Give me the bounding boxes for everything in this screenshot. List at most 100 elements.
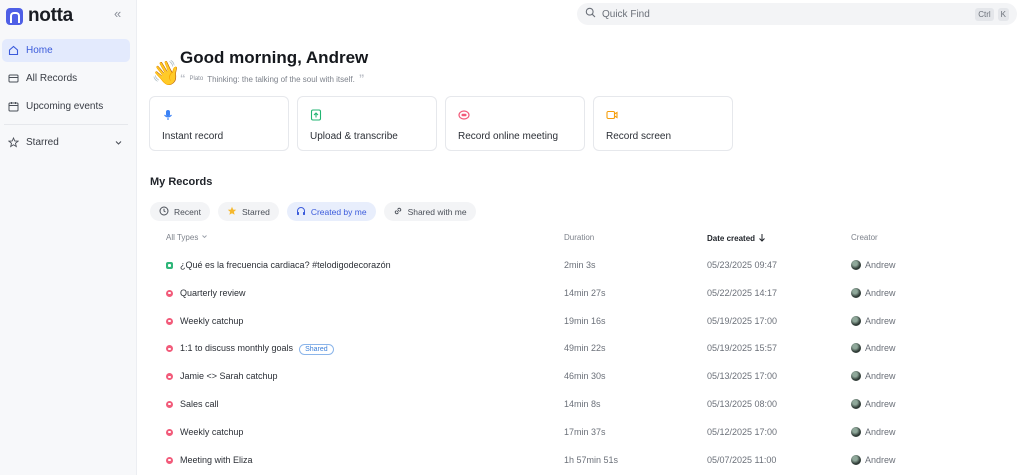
avatar <box>851 260 861 270</box>
avatar <box>851 426 861 437</box>
logo[interactable]: notta <box>6 5 73 27</box>
creator-name: Andrew <box>865 398 896 409</box>
table-row[interactable]: Weekly catchup 17min 37s 05/12/2025 17:0… <box>0 418 1024 446</box>
meeting-record-icon <box>166 428 173 436</box>
record-name: Sales call <box>180 398 219 409</box>
creator-name: Andrew <box>865 287 896 298</box>
action-label: Record screen <box>606 131 672 142</box>
record-duration: 19min 16s <box>564 315 606 326</box>
record-screen-button[interactable]: Record screen <box>593 96 733 151</box>
record-name: Weekly catchup <box>180 315 244 326</box>
instant-record-button[interactable]: Instant record <box>149 96 289 151</box>
record-creator: Andrew <box>851 454 896 465</box>
folder-icon <box>8 73 19 84</box>
filter-shared-with-me[interactable]: Shared with me <box>383 202 476 221</box>
record-date: 05/19/2025 17:00 <box>707 315 778 326</box>
home-icon <box>8 45 19 56</box>
meeting-record-icon <box>166 289 173 297</box>
table-row[interactable]: 1:1 to discuss monthly goals Shared 49min… <box>0 334 1024 362</box>
record-duration: 49min 22s <box>564 343 606 354</box>
column-header-duration[interactable]: Duration <box>564 233 594 242</box>
sidebar-item-all-records[interactable]: All Records <box>2 67 130 90</box>
table-row[interactable]: Sales call 14min 8s 05/13/2025 08:00 And… <box>0 390 1024 418</box>
record-online-meeting-button[interactable]: Record online meeting <box>445 96 585 151</box>
sort-down-arrow-icon <box>758 233 766 244</box>
sidebar-item-upcoming-events[interactable]: Upcoming events <box>2 95 130 118</box>
search-input[interactable] <box>602 8 962 20</box>
creator-name: Andrew <box>865 343 896 354</box>
avatar <box>851 371 861 382</box>
record-creator: Andrew <box>851 315 896 326</box>
avatar <box>851 398 861 409</box>
record-duration: 2min 3s <box>564 260 596 270</box>
sidebar-item-label: Starred <box>26 137 59 148</box>
record-creator: Andrew <box>851 371 896 382</box>
meeting-icon <box>458 108 470 120</box>
column-header-creator[interactable]: Creator <box>851 233 878 242</box>
record-duration: 14min 8s <box>564 398 601 409</box>
quick-find-search[interactable]: Ctrl K <box>577 3 1017 25</box>
records-table-header: All Types Duration Date created Creator <box>0 233 1024 245</box>
record-creator: Andrew <box>851 287 896 298</box>
sidebar-item-label: All Records <box>26 73 78 84</box>
link-icon <box>393 206 403 218</box>
column-header-type: All Types <box>166 233 199 242</box>
column-header-label: Date created <box>707 234 756 243</box>
calendar-icon <box>8 101 19 112</box>
microphone-icon <box>162 108 174 120</box>
record-name: Jamie <> Sarah catchup <box>180 371 278 382</box>
record-date: 05/07/2025 11:00 <box>707 454 777 465</box>
upload-transcribe-button[interactable]: Upload & transcribe <box>297 96 437 151</box>
record-duration: 17min 37s <box>564 426 606 437</box>
upload-icon <box>310 108 322 121</box>
record-duration: 14min 27s <box>564 287 606 298</box>
meeting-record-icon <box>166 400 173 408</box>
collapse-sidebar-button[interactable]: « <box>114 6 121 21</box>
sidebar-item-label: Home <box>26 45 53 56</box>
type-filter-dropdown[interactable]: All Types <box>166 233 208 242</box>
sidebar-divider <box>4 124 128 125</box>
shared-badge: Shared <box>299 343 334 355</box>
records-section-title: My Records <box>150 176 213 188</box>
table-row[interactable]: Jamie <> Sarah catchup 46min 30s 05/13/2… <box>0 362 1024 390</box>
sidebar-item-home[interactable]: Home <box>2 39 130 62</box>
filter-label: Shared with me <box>407 206 467 217</box>
table-row[interactable]: Meeting with Eliza 1h 57min 51s 05/07/20… <box>0 446 1024 474</box>
sidebar-item-label: Upcoming events <box>26 101 104 112</box>
record-duration: 1h 57min 51s <box>564 454 619 465</box>
chevron-down-icon[interactable] <box>113 137 124 148</box>
record-name: 1:1 to discuss monthly goals <box>180 343 294 354</box>
record-date: 05/12/2025 17:00 <box>707 426 778 437</box>
keyboard-shortcut: Ctrl K <box>973 8 1009 21</box>
meeting-record-icon <box>166 317 173 325</box>
column-header-date-created[interactable]: Date created <box>707 233 766 244</box>
records-filter-tabs: Recent Starred Created by me Shared with… <box>150 202 476 221</box>
filter-label: Starred <box>241 206 270 217</box>
action-label: Record online meeting <box>458 131 559 142</box>
filter-recent[interactable]: Recent <box>150 202 210 221</box>
record-creator: Andrew <box>851 343 896 354</box>
creator-name: Andrew <box>865 454 896 465</box>
sidebar-item-starred[interactable]: Starred <box>2 131 130 154</box>
record-name: Quarterly review <box>180 287 246 298</box>
record-creator: Andrew <box>851 260 896 270</box>
quote-text: Thinking: the talking of the soul with i… <box>207 74 355 84</box>
record-name: Meeting with Eliza <box>180 454 253 465</box>
filter-starred[interactable]: Starred <box>217 202 279 221</box>
filter-created-by-me[interactable]: Created by me <box>286 202 376 221</box>
chevron-down-icon <box>201 233 208 242</box>
notta-logo-icon <box>6 7 23 25</box>
screen-record-icon <box>606 108 618 120</box>
creator-name: Andrew <box>865 426 896 437</box>
filter-label: Created by me <box>310 206 367 217</box>
table-row[interactable]: Quarterly review 14min 27s 05/22/2025 14… <box>0 279 1024 307</box>
creator-name: Andrew <box>865 260 896 270</box>
clock-icon <box>159 206 169 218</box>
quick-actions: Instant record Upload & transcribe Recor… <box>149 96 733 151</box>
open-quote-icon: “ <box>180 73 186 85</box>
daily-quote: “ Plato Thinking: the talking of the sou… <box>180 73 364 85</box>
upload-file-icon <box>166 262 173 269</box>
table-row[interactable]: Weekly catchup 19min 16s 05/19/2025 17:0… <box>0 307 1024 335</box>
meeting-record-icon <box>166 373 173 381</box>
table-row[interactable]: ¿Qué es la frecuencia cardiaca? #telodig… <box>0 251 1024 279</box>
